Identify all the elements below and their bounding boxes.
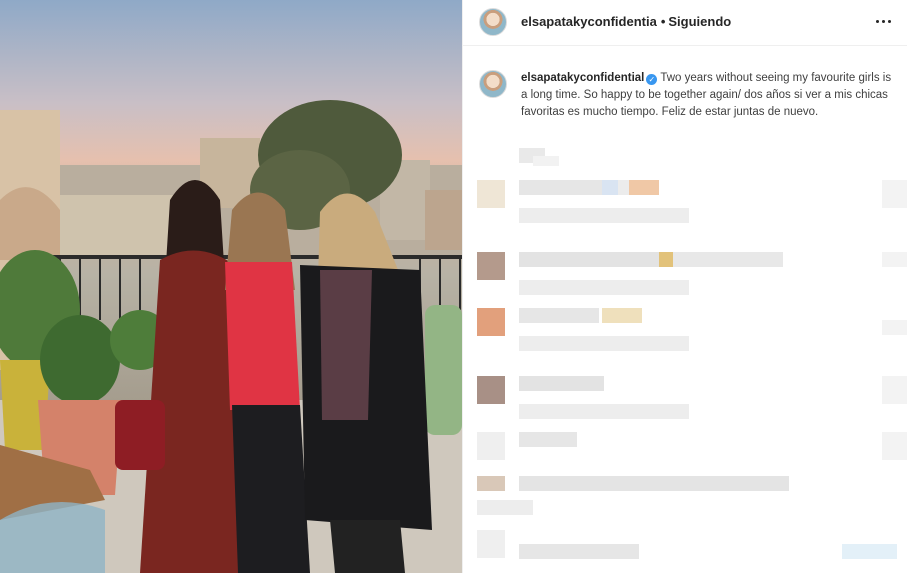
author-username[interactable]: elsapatakyconfidentia: [521, 14, 657, 29]
redacted-comment-2: [477, 252, 907, 302]
caption-text-block: elsapatakyconfidential ✓ Two years withou…: [521, 70, 899, 121]
more-horizontal-icon[interactable]: [876, 13, 892, 29]
photo-illustration: [0, 100, 462, 573]
post-header: elsapatakyconfidentia • Siguiendo: [463, 0, 907, 46]
post-side-panel: elsapatakyconfidentia • Siguiendo elsapata…: [462, 0, 907, 573]
follow-status-button[interactable]: Siguiendo: [668, 14, 731, 29]
redacted-comment-4: [477, 376, 907, 426]
caption-author-avatar[interactable]: [479, 70, 507, 98]
redacted-comment-5: [477, 432, 907, 468]
redacted-comment-1: [477, 180, 907, 240]
redacted-comment-timestamp: [519, 148, 559, 166]
author-avatar[interactable]: [479, 8, 507, 36]
caption-username[interactable]: elsapatakyconfidential: [521, 72, 644, 84]
redacted-comment-6: [477, 476, 897, 520]
post-photo[interactable]: [0, 0, 462, 573]
separator-dot: •: [660, 14, 666, 29]
verified-badge-icon: ✓: [646, 74, 658, 85]
redacted-comment-7: [477, 530, 897, 570]
redacted-comment-3: [477, 308, 907, 368]
